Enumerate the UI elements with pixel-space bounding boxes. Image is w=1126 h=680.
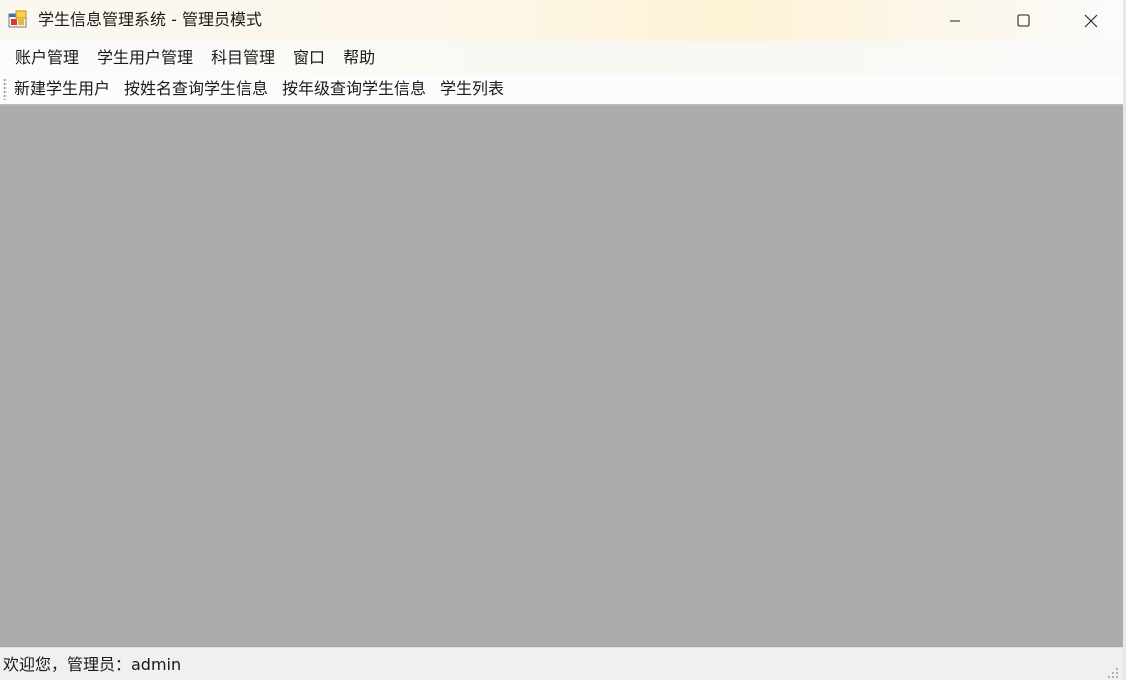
maximize-icon: [1016, 14, 1030, 27]
mdi-workspace[interactable]: [0, 106, 1123, 647]
status-welcome-text: 欢迎您，管理员：admin: [3, 655, 182, 674]
menu-account-management[interactable]: 账户管理: [6, 43, 88, 73]
minimize-icon: [949, 15, 961, 27]
menu-bar: 账户管理 学生用户管理 科目管理 窗口 帮助: [0, 41, 1123, 74]
title-bar[interactable]: 学生信息管理系统 - 管理员模式: [0, 0, 1123, 41]
app-window-icon: [8, 10, 28, 28]
new-student-user-button[interactable]: 新建学生用户: [10, 76, 117, 102]
close-button[interactable]: [1057, 0, 1125, 41]
minimize-button[interactable]: [921, 0, 989, 41]
main-window: 学生信息管理系统 - 管理员模式 账户管理 学生用户管理 科目管理 窗口 帮助: [0, 0, 1126, 680]
menu-window[interactable]: 窗口: [284, 43, 334, 73]
query-by-grade-button[interactable]: 按年级查询学生信息: [275, 76, 433, 102]
tool-strip: 新建学生用户 按姓名查询学生信息 按年级查询学生信息 学生列表: [0, 74, 1123, 106]
maximize-button[interactable]: [989, 0, 1057, 41]
window-title: 学生信息管理系统 - 管理员模式: [38, 10, 262, 29]
student-list-button[interactable]: 学生列表: [433, 76, 511, 102]
menu-student-user-management[interactable]: 学生用户管理: [88, 43, 202, 73]
menu-help[interactable]: 帮助: [334, 43, 384, 73]
toolstrip-grip-icon[interactable]: [3, 78, 7, 100]
menu-subject-management[interactable]: 科目管理: [202, 43, 284, 73]
status-bar: 欢迎您，管理员：admin: [0, 647, 1123, 680]
resize-grip-icon[interactable]: [1107, 664, 1119, 678]
close-icon: [1084, 14, 1098, 28]
query-by-name-button[interactable]: 按姓名查询学生信息: [117, 76, 275, 102]
